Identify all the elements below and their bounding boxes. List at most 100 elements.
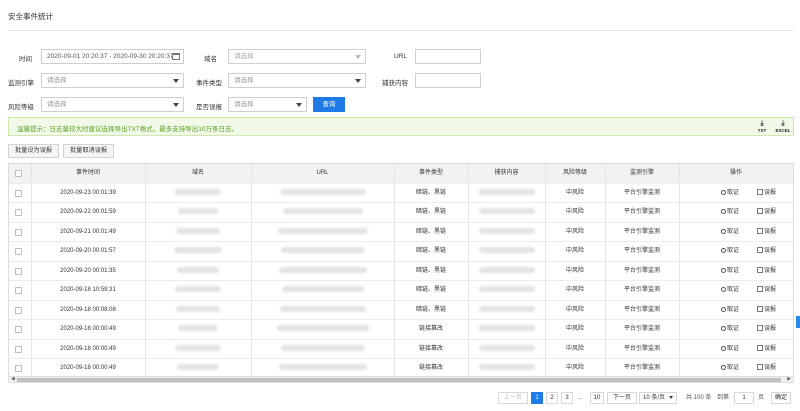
evidence-link[interactable]: 取证 [721,262,739,281]
false-report-option-label: 误报 [764,248,777,254]
page-3-button[interactable]: 3 [561,392,573,404]
evidence-link[interactable]: 取证 [721,320,739,339]
query-button[interactable]: 查询 [313,97,345,112]
goto-label: 到第 [717,395,730,401]
next-page-button[interactable]: 下一页 [607,392,637,404]
cell-engine: 平台引擎监测 [623,267,660,274]
search-icon [721,248,726,253]
scrollbar-thumb[interactable] [17,378,781,382]
cell-time: 2020-09-18 00:00:49 [60,365,116,371]
batch-set-false-button[interactable]: 批量设为误报 [8,144,60,158]
evidence-label: 取证 [727,326,740,332]
chevron-down-icon [296,103,302,107]
batch-cancel-false-button[interactable]: 批量取消误报 [63,144,115,158]
evidence-label: 取证 [727,345,740,352]
scroll-left-icon[interactable]: ◀ [11,377,15,382]
cell-time: 2020-09-20 00:01:35 [60,267,116,274]
col-actions: 操作 [729,170,742,176]
download-icon: ⤓ [760,120,764,127]
chevron-down-icon [355,79,361,83]
col-capture: 捕获内容 [494,170,519,176]
table-row: 2020-09-18 00:08:08 暗链、黑链 中风险 平台引擎监测 取证 误报 [9,300,793,320]
page-1-button[interactable]: 1 [531,392,543,404]
event-type-select[interactable]: 请选择 [228,73,366,88]
time-range-input[interactable]: 2020-09-01 20:20:37 - 2020-09-30 20:20:3… [41,49,184,64]
row-checkbox[interactable] [15,365,22,372]
cell-event-type: 暗链、黑链 [415,287,446,293]
time-range-value: 2020-09-01 20:20:37 - 2020-09-30 20:20:3… [47,53,174,60]
row-checkbox[interactable] [15,228,22,236]
time-label: 时间 [19,56,32,63]
cell-capture [468,320,545,339]
false-report-option-label: 误报 [764,287,777,293]
url-input[interactable] [415,49,481,64]
evidence-link[interactable]: 取证 [721,223,739,242]
false-report-toggle[interactable]: 误报 [757,340,776,359]
cell-capture [468,281,545,300]
capture-input[interactable] [415,73,481,88]
cell-url [251,281,394,300]
page-size-select[interactable]: 10 条/页 [639,392,677,404]
page-size-value: 10 条/页 [643,395,666,401]
cell-event-type: 暗链、黑链 [415,209,446,215]
cell-domain [145,320,251,339]
risk-select[interactable]: 请选择 [41,97,184,112]
calendar-icon[interactable] [172,53,180,60]
false-report-toggle[interactable]: 误报 [757,301,776,320]
goto-confirm-button[interactable]: 确定 [771,392,791,404]
evidence-link[interactable]: 取证 [721,203,739,222]
evidence-link[interactable]: 取证 [721,242,739,261]
row-checkbox[interactable] [15,345,22,353]
event-type-placeholder: 请选择 [234,77,254,84]
row-checkbox[interactable] [15,209,22,216]
row-checkbox[interactable] [15,189,22,197]
row-checkbox[interactable] [15,248,22,255]
cell-time: 2020-09-22 00:01:59 [60,209,116,215]
row-actions: 取证 误报 [709,281,789,300]
evidence-link[interactable]: 取证 [721,281,739,300]
evidence-link[interactable]: 取证 [721,340,739,359]
select-all-checkbox[interactable] [15,170,22,177]
cell-capture [468,359,545,378]
prev-page-button[interactable]: 上一页 [498,392,528,404]
page-2-button[interactable]: 2 [546,392,558,404]
col-url: URL [316,170,329,176]
false-report-toggle[interactable]: 误报 [757,281,776,300]
domain-select[interactable]: 请选择 [228,49,366,64]
export-txt-button[interactable]: ⤓ TXT [755,120,769,133]
scroll-right-icon[interactable]: ▶ [787,377,791,382]
goto-page-input[interactable]: 1 [734,392,754,404]
row-checkbox[interactable] [15,287,22,294]
evidence-link[interactable]: 取证 [721,184,739,203]
chevron-down-icon [173,79,179,83]
horizontal-scrollbar[interactable]: ◀ ▶ [8,376,794,383]
checkbox-icon [757,227,763,234]
cell-risk: 中风险 [565,209,584,215]
row-actions: 取证 误报 [709,320,789,339]
page-last-button[interactable]: 10 [590,392,604,404]
export-excel-button[interactable]: ⤓ EXCEL [774,120,792,133]
cell-risk: 中风险 [565,306,584,313]
evidence-label: 取证 [727,306,740,313]
false-report-toggle[interactable]: 误报 [757,242,776,261]
cell-capture [468,262,545,281]
cell-domain [145,281,251,300]
row-checkbox[interactable] [15,326,22,333]
false-report-toggle[interactable]: 误报 [757,262,776,281]
false-report-toggle[interactable]: 误报 [757,203,776,222]
side-tab[interactable] [796,316,800,328]
col-engine: 监测引擎 [629,170,654,176]
row-checkbox[interactable] [15,267,22,275]
false-report-toggle[interactable]: 误报 [757,320,776,339]
pagination-ellipsis: ... [577,395,583,401]
title-divider [8,30,794,31]
false-report-select[interactable]: 请选择 [228,97,307,112]
engine-select[interactable]: 请选择 [41,73,184,88]
table-row: 2020-09-20 00:01:57 暗链、黑链 中风险 平台引擎监测 取证 误报 [9,242,793,262]
false-report-toggle[interactable]: 误报 [757,223,776,242]
cell-capture [468,242,545,261]
cell-capture [468,301,545,320]
evidence-link[interactable]: 取证 [721,301,739,320]
row-checkbox[interactable] [15,306,22,314]
false-report-toggle[interactable]: 误报 [757,184,776,203]
